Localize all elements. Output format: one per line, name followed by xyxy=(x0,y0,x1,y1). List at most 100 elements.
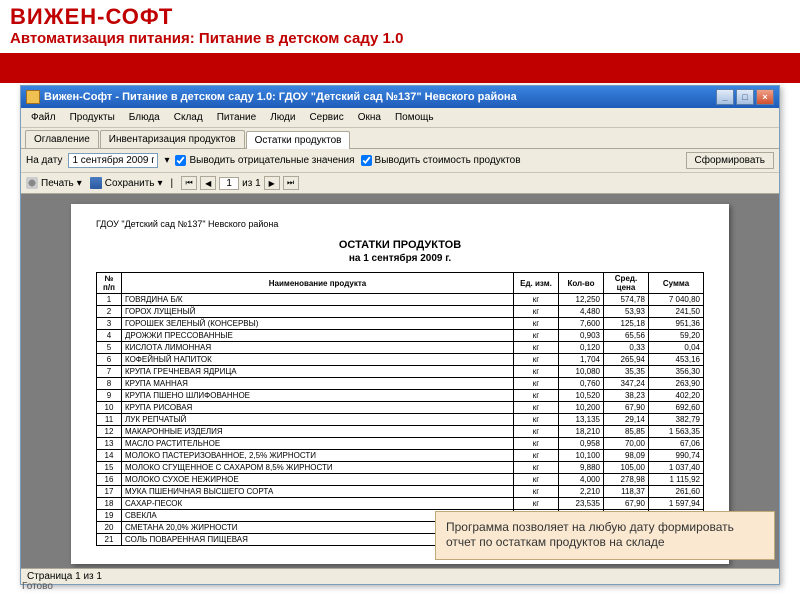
menu-file[interactable]: Файл xyxy=(25,110,62,125)
cell-qty: 10,080 xyxy=(559,366,604,378)
nav-first-button[interactable]: ⏮ xyxy=(181,176,197,190)
cell-unit: кг xyxy=(514,486,559,498)
cell-sum: 67,06 xyxy=(649,438,704,450)
cell-avg: 29,14 xyxy=(604,414,649,426)
cell-sum: 990,74 xyxy=(649,450,704,462)
cell-name: КОФЕЙНЫЙ НАПИТОК xyxy=(122,354,514,366)
print-button[interactable]: Печать▾ xyxy=(26,177,82,189)
minimize-button[interactable]: _ xyxy=(716,89,734,105)
tab-inventory[interactable]: Инвентаризация продуктов xyxy=(100,130,245,148)
cell-num: 1 xyxy=(97,294,122,306)
cell-qty: 12,250 xyxy=(559,294,604,306)
table-row: 9КРУПА ПШЕНО ШЛИФОВАННОЕкг10,52038,23402… xyxy=(97,390,704,402)
menu-dishes[interactable]: Блюда xyxy=(123,110,166,125)
table-row: 6КОФЕЙНЫЙ НАПИТОКкг1,704265,94453,16 xyxy=(97,354,704,366)
col-avg: Сред. цена xyxy=(604,273,649,294)
cell-name: КРУПА ПШЕНО ШЛИФОВАННОЕ xyxy=(122,390,514,402)
cell-num: 20 xyxy=(97,522,122,534)
cell-qty: 10,200 xyxy=(559,402,604,414)
cell-avg: 118,37 xyxy=(604,486,649,498)
table-row: 15МОЛОКО СГУЩЕННОЕ С САХАРОМ 8,5% ЖИРНОС… xyxy=(97,462,704,474)
cell-name: МАКАРОННЫЕ ИЗДЕЛИЯ xyxy=(122,426,514,438)
table-row: 17МУКА ПШЕНИЧНАЯ ВЫСШЕГО СОРТАкг2,210118… xyxy=(97,486,704,498)
menu-people[interactable]: Люди xyxy=(264,110,301,125)
report-org: ГДОУ "Детский сад №137" Невского района xyxy=(96,219,704,229)
menu-service[interactable]: Сервис xyxy=(303,110,349,125)
tab-remains[interactable]: Остатки продуктов xyxy=(246,131,351,149)
save-button[interactable]: Сохранить▾ xyxy=(90,177,163,189)
table-row: 5КИСЛОТА ЛИМОННАЯкг0,1200,330,04 xyxy=(97,342,704,354)
cell-unit: кг xyxy=(514,462,559,474)
cell-sum: 1 115,92 xyxy=(649,474,704,486)
chk-negative-box[interactable] xyxy=(175,155,186,166)
close-button[interactable]: × xyxy=(756,89,774,105)
cell-num: 10 xyxy=(97,402,122,414)
cell-num: 11 xyxy=(97,414,122,426)
cell-num: 18 xyxy=(97,498,122,510)
save-dropdown-icon[interactable]: ▾ xyxy=(158,178,163,189)
table-row: 10КРУПА РИСОВАЯкг10,20067,90692,60 xyxy=(97,402,704,414)
date-dropdown-icon[interactable]: ▾ xyxy=(164,155,169,166)
cell-unit: кг xyxy=(514,450,559,462)
cell-avg: 67,90 xyxy=(604,402,649,414)
cell-name: ЛУК РЕПЧАТЫЙ xyxy=(122,414,514,426)
cell-name: КИСЛОТА ЛИМОННАЯ xyxy=(122,342,514,354)
cell-num: 4 xyxy=(97,330,122,342)
menu-warehouse[interactable]: Склад xyxy=(168,110,209,125)
chk-negative[interactable]: Выводить отрицательные значения xyxy=(175,155,354,166)
page-of-label: из 1 xyxy=(242,178,261,189)
cell-num: 9 xyxy=(97,390,122,402)
table-row: 13МАСЛО РАСТИТЕЛЬНОЕкг0,95870,0067,06 xyxy=(97,438,704,450)
cell-name: ГОВЯДИНА Б/К xyxy=(122,294,514,306)
menubar: Файл Продукты Блюда Склад Питание Люди С… xyxy=(21,108,779,128)
cell-num: 8 xyxy=(97,378,122,390)
cell-name: МУКА ПШЕНИЧНАЯ ВЫСШЕГО СОРТА xyxy=(122,486,514,498)
tab-toc[interactable]: Оглавление xyxy=(25,130,99,148)
chk-cost-box[interactable] xyxy=(361,155,372,166)
maximize-button[interactable]: □ xyxy=(736,89,754,105)
cell-sum: 382,79 xyxy=(649,414,704,426)
report-table: № п/п Наименование продукта Ед. изм. Кол… xyxy=(96,272,704,546)
cell-unit: кг xyxy=(514,426,559,438)
cell-num: 17 xyxy=(97,486,122,498)
cell-avg: 574,78 xyxy=(604,294,649,306)
menu-products[interactable]: Продукты xyxy=(64,110,121,125)
table-row: 8КРУПА МАННАЯкг0,760347,24263,90 xyxy=(97,378,704,390)
cell-qty: 0,120 xyxy=(559,342,604,354)
table-row: 18САХАР-ПЕСОКкг23,53567,901 597,94 xyxy=(97,498,704,510)
cell-sum: 1 037,40 xyxy=(649,462,704,474)
cell-sum: 7 040,80 xyxy=(649,294,704,306)
cell-qty: 2,210 xyxy=(559,486,604,498)
nav-next-button[interactable]: ▶ xyxy=(264,176,280,190)
cell-sum: 692,60 xyxy=(649,402,704,414)
cell-sum: 263,90 xyxy=(649,378,704,390)
cell-avg: 347,24 xyxy=(604,378,649,390)
table-row: 14МОЛОКО ПАСТЕРИЗОВАННОЕ, 2,5% ЖИРНОСТИк… xyxy=(97,450,704,462)
cell-sum: 241,50 xyxy=(649,306,704,318)
menu-help[interactable]: Помощь xyxy=(389,110,440,125)
cell-unit: кг xyxy=(514,390,559,402)
app-icon xyxy=(26,90,40,104)
cell-qty: 10,100 xyxy=(559,450,604,462)
cell-qty: 0,760 xyxy=(559,378,604,390)
menu-nutrition[interactable]: Питание xyxy=(211,110,262,125)
form-button[interactable]: Сформировать xyxy=(686,152,775,169)
cell-sum: 1 597,94 xyxy=(649,498,704,510)
menu-windows[interactable]: Окна xyxy=(352,110,387,125)
nav-last-button[interactable]: ⏭ xyxy=(283,176,299,190)
page-current-input[interactable] xyxy=(219,177,239,190)
cell-sum: 59,20 xyxy=(649,330,704,342)
cell-avg: 105,00 xyxy=(604,462,649,474)
chk-cost[interactable]: Выводить стоимость продуктов xyxy=(361,155,521,166)
cell-qty: 10,520 xyxy=(559,390,604,402)
cell-qty: 13,135 xyxy=(559,414,604,426)
tabbar: Оглавление Инвентаризация продуктов Оста… xyxy=(21,128,779,149)
cell-num: 6 xyxy=(97,354,122,366)
date-input[interactable] xyxy=(68,153,158,168)
nav-prev-button[interactable]: ◀ xyxy=(200,176,216,190)
print-dropdown-icon[interactable]: ▾ xyxy=(77,178,82,189)
titlebar[interactable]: Вижен-Софт - Питание в детском саду 1.0:… xyxy=(21,86,779,108)
callout-box: Программа позволяет на любую дату формир… xyxy=(435,511,775,560)
cell-sum: 951,36 xyxy=(649,318,704,330)
cell-num: 2 xyxy=(97,306,122,318)
